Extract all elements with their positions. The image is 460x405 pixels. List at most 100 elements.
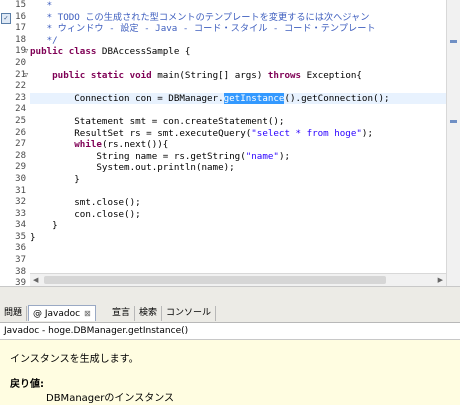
line-number-text: 38 bbox=[15, 266, 26, 277]
line-number-text: 28 bbox=[15, 150, 26, 161]
code-line[interactable]: smt.close(); bbox=[30, 197, 446, 209]
line-number-text: 15 bbox=[15, 0, 26, 10]
code-line[interactable]: String name = rs.getString("name"); bbox=[30, 151, 446, 163]
code-token: ().getConnection(); bbox=[284, 92, 390, 104]
view-tab-label: 宣言 bbox=[112, 308, 131, 318]
line-number-text: 39 bbox=[15, 278, 26, 287]
code-token: DBAccessSample { bbox=[96, 46, 191, 58]
view-tab[interactable]: 検索 bbox=[135, 306, 163, 321]
view-tab[interactable]: @ Javadoc ⊠ bbox=[28, 305, 96, 321]
code-token: * TODO この生成された型コメントのテンプレートを変更するには次へジャン bbox=[30, 11, 370, 23]
code-line[interactable]: ResultSet rs = smt.executeQuery("select … bbox=[30, 128, 446, 140]
line-number: 23 bbox=[0, 93, 28, 105]
code-token: main(String[] args) bbox=[151, 69, 268, 81]
panel-separator bbox=[0, 287, 460, 304]
line-number-text: 25 bbox=[15, 115, 26, 126]
code-token: smt.close(); bbox=[30, 197, 141, 209]
line-number-text: 24 bbox=[15, 104, 26, 115]
horizontal-scrollbar[interactable]: ◀ ▶ bbox=[30, 273, 446, 286]
code-line[interactable]: public static void main(String[] args) t… bbox=[30, 70, 446, 82]
line-number: 31 bbox=[0, 186, 28, 198]
line-number-text: 33 bbox=[15, 208, 26, 219]
line-number: 22 bbox=[0, 81, 28, 93]
task-marker-icon[interactable]: ✓ bbox=[1, 12, 11, 24]
fold-toggle-icon[interactable]: ▽ bbox=[24, 46, 28, 58]
code-line[interactable]: Connection con = DBManager.getInstance()… bbox=[30, 92, 446, 105]
code-token: System.out.println(name); bbox=[30, 162, 235, 174]
code-token: ); bbox=[278, 150, 291, 162]
code-token: } bbox=[30, 231, 36, 243]
close-tab-icon[interactable]: ⊠ bbox=[84, 309, 91, 318]
code-line[interactable]: } bbox=[30, 174, 446, 186]
code-token: Connection con = DBManager. bbox=[30, 92, 224, 104]
line-number-text: 18 bbox=[15, 34, 26, 45]
scroll-right-icon[interactable]: ▶ bbox=[438, 276, 443, 284]
javadoc-returns-value: DBManagerのインスタンス bbox=[46, 393, 174, 404]
javadoc-header: Javadoc - hoge.DBManager.getInstance() bbox=[0, 323, 460, 340]
line-number: 37 bbox=[0, 255, 28, 267]
code-token: } bbox=[30, 220, 58, 232]
code-token: public static void bbox=[52, 69, 152, 81]
code-line[interactable]: * TODO この生成された型コメントのテンプレートを変更するには次へジャン bbox=[30, 12, 446, 24]
line-number: 21 ▽ bbox=[0, 70, 28, 82]
code-line[interactable] bbox=[30, 243, 446, 255]
code-token: while bbox=[74, 139, 102, 151]
code-line[interactable]: } bbox=[30, 232, 446, 244]
overview-marker[interactable] bbox=[450, 40, 457, 43]
code-line[interactable]: con.close(); bbox=[30, 209, 446, 221]
code-line[interactable]: * ウィンドウ - 設定 - Java - コード・スタイル - コード・テンプ… bbox=[30, 23, 446, 35]
line-number: 34 bbox=[0, 220, 28, 232]
view-tab[interactable]: 宣言 bbox=[108, 306, 136, 321]
editor-gutter: 15 16 ✓ 17 18 19 ▽ 20 21 ▽ 22 23 24 25 26 27 28 29 30 31 32 3… bbox=[0, 0, 30, 286]
code-line[interactable] bbox=[30, 255, 446, 267]
code-editor[interactable]: 15 16 ✓ 17 18 19 ▽ 20 21 ▽ 22 23 24 25 26 27 28 29 30 31 32 3… bbox=[0, 0, 460, 287]
code-token: (rs.next()){ bbox=[101, 139, 169, 151]
vertical-scrollbar[interactable] bbox=[446, 0, 460, 286]
code-line[interactable] bbox=[30, 81, 446, 93]
line-number-text: 37 bbox=[15, 255, 26, 266]
line-number: 16 ✓ bbox=[0, 12, 28, 24]
overview-marker[interactable] bbox=[450, 120, 457, 123]
line-number: 26 bbox=[0, 128, 28, 140]
view-tab-label: 検索 bbox=[139, 308, 158, 318]
code-token: con.close(); bbox=[30, 208, 141, 220]
line-number: 18 bbox=[0, 35, 28, 47]
javadoc-returns-label: 戻り値: bbox=[10, 379, 44, 390]
code-line[interactable]: } bbox=[30, 220, 446, 232]
code-line[interactable]: while(rs.next()){ bbox=[30, 139, 446, 151]
code-line[interactable]: */ bbox=[30, 35, 446, 47]
view-tab[interactable]: 問題 bbox=[0, 306, 28, 321]
code-token: ResultSet rs = smt.executeQuery( bbox=[30, 127, 252, 139]
selected-token: getInstance bbox=[223, 92, 285, 104]
code-line[interactable]: System.out.println(name); bbox=[30, 162, 446, 174]
line-number-text: 29 bbox=[15, 162, 26, 173]
code-token: throws bbox=[267, 69, 302, 81]
code-area[interactable]: * * TODO この生成された型コメントのテンプレートを変更するには次へジャン… bbox=[30, 0, 446, 286]
code-token: */ bbox=[30, 34, 58, 46]
code-line[interactable]: public class DBAccessSample { bbox=[30, 46, 446, 58]
view-tab[interactable]: コンソール bbox=[162, 306, 217, 321]
fold-toggle-icon[interactable]: ▽ bbox=[24, 70, 28, 82]
code-token: * ウィンドウ - 設定 - Java - コード・スタイル - コード・テンプ… bbox=[30, 23, 376, 35]
code-line[interactable]: Statement smt = con.createStatement(); bbox=[30, 116, 446, 128]
code-line[interactable] bbox=[30, 104, 446, 116]
code-token: Statement smt = con.createStatement(); bbox=[30, 115, 285, 127]
line-number: 27 bbox=[0, 139, 28, 151]
code-line[interactable] bbox=[30, 58, 446, 70]
line-number: 15 bbox=[0, 0, 28, 12]
code-line[interactable]: * bbox=[30, 0, 446, 12]
line-number: 32 bbox=[0, 197, 28, 209]
horizontal-scroll-thumb[interactable] bbox=[44, 276, 386, 284]
line-number: 39 bbox=[0, 278, 28, 287]
line-number: 29 bbox=[0, 162, 28, 174]
view-tab-bar: 問題 @ Javadoc ⊠ 宣言 検索 コンソール bbox=[0, 304, 460, 323]
line-number-text: 23 bbox=[15, 92, 26, 103]
code-token: * bbox=[30, 0, 53, 11]
line-number-text: 34 bbox=[15, 220, 26, 231]
line-number-text: 17 bbox=[15, 23, 26, 34]
scroll-left-icon[interactable]: ◀ bbox=[33, 276, 38, 284]
code-token: } bbox=[30, 173, 80, 185]
line-number: 19 ▽ bbox=[0, 46, 28, 58]
code-line[interactable] bbox=[30, 186, 446, 198]
